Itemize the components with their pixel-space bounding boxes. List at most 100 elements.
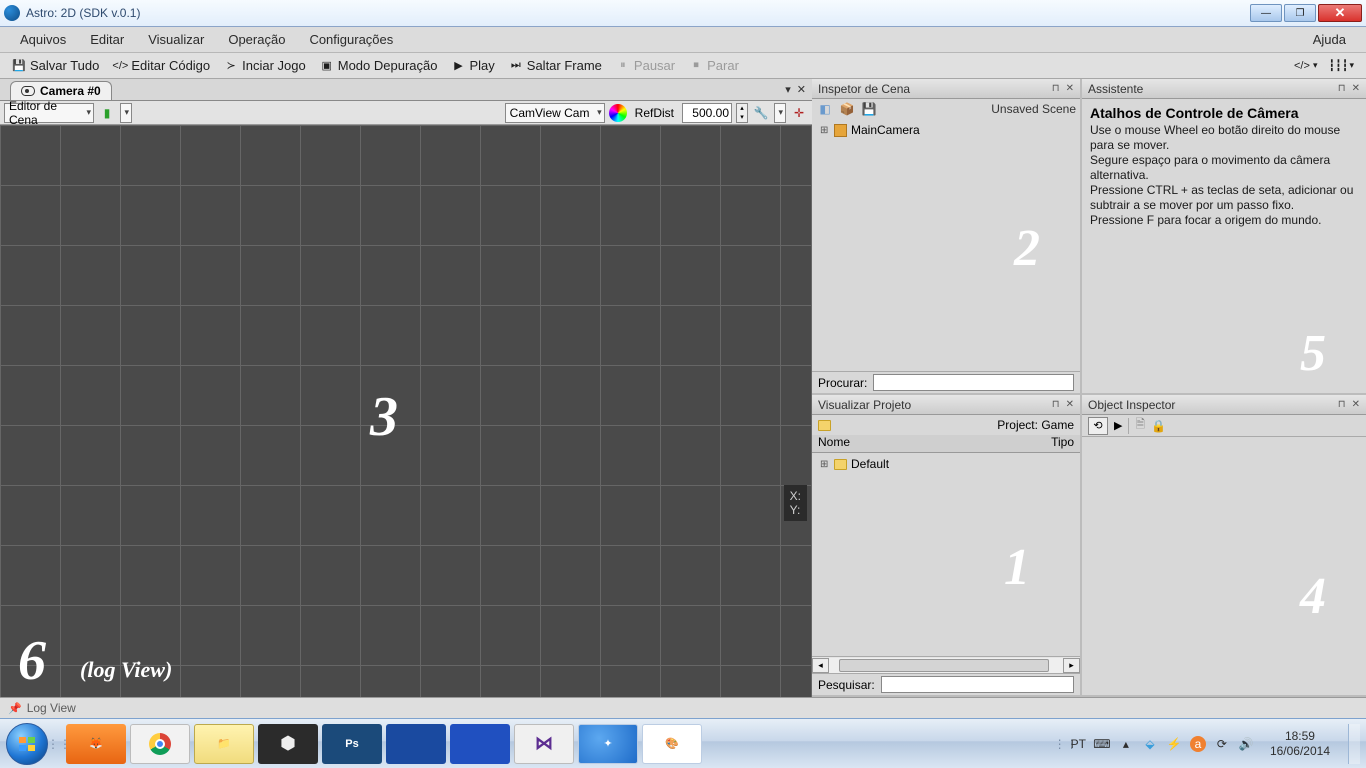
scroll-thumb[interactable] [839, 659, 1049, 672]
start-button[interactable] [6, 723, 48, 765]
flag-dropdown[interactable] [120, 103, 132, 123]
minimize-button[interactable]: — [1250, 4, 1282, 22]
pin-icon[interactable]: ⊓ [1052, 399, 1060, 410]
keyboard-icon[interactable]: ⌨ [1094, 736, 1110, 752]
close-icon[interactable]: ✕ [1066, 399, 1074, 410]
lang-indicator[interactable]: PT [1071, 737, 1086, 751]
scene-icon-2[interactable]: 📦 [838, 100, 856, 118]
col-nome[interactable]: Nome [818, 435, 1051, 452]
close-button[interactable]: ✕ [1318, 4, 1362, 22]
salvar-tudo-button[interactable]: 💾Salvar Tudo [6, 56, 105, 75]
taskbar-chrome[interactable] [130, 724, 190, 764]
scene-inspector-header[interactable]: Inspetor de Cena ⊓ ✕ [812, 79, 1080, 99]
taskbar-astro[interactable]: ✦ [578, 724, 638, 764]
editor-mode-dropdown[interactable]: Editor de Cena [4, 103, 94, 123]
object-inspector-header[interactable]: Object Inspector ⊓ ✕ [1082, 395, 1366, 415]
project-tree[interactable]: ⊞ Default 1 [812, 453, 1080, 656]
viewport-canvas[interactable]: 3 6 (log View) X: Y: [0, 125, 812, 697]
project-hscrollbar[interactable]: ◂ ▸ [812, 656, 1080, 673]
assistant-header[interactable]: Assistente ⊓ ✕ [1082, 79, 1366, 99]
taskbar-explorer[interactable]: 📁 [194, 724, 254, 764]
expand-icon[interactable]: ⊞ [820, 125, 830, 136]
avast-icon[interactable]: a [1190, 736, 1206, 752]
taskbar-photoshop[interactable]: Ps [322, 724, 382, 764]
sync-icon[interactable]: ⟳ [1214, 736, 1230, 752]
tab-dropdown-icon[interactable]: ▾ [785, 83, 791, 96]
camera-tab[interactable]: Camera #0 [10, 81, 112, 100]
tray-chevron-icon[interactable]: ▴ [1118, 736, 1134, 752]
folder-icon [834, 459, 847, 470]
menu-aquivos[interactable]: Aquivos [8, 28, 78, 51]
tray-grip-icon[interactable]: ⋮⋮ [1061, 728, 1071, 760]
menu-operacao[interactable]: Operação [216, 28, 297, 51]
folder-open-icon[interactable] [818, 420, 831, 431]
saltar-frame-button[interactable]: ⏭Saltar Frame [503, 56, 608, 75]
tab-close-icon[interactable]: ✕ [797, 83, 806, 96]
maximize-button[interactable]: ❐ [1284, 4, 1316, 22]
code-panel-button[interactable]: </>▾ [1289, 57, 1324, 75]
tool-dropdown[interactable] [774, 103, 786, 123]
run-icon: ≻ [224, 59, 238, 73]
sliders-button[interactable]: ┇┇┇▾ [1325, 57, 1360, 75]
parar-label: Parar [707, 58, 739, 73]
taskbar-pes2[interactable] [450, 724, 510, 764]
menu-visualizar[interactable]: Visualizar [136, 28, 216, 51]
close-icon[interactable]: ✕ [1066, 83, 1074, 94]
menu-configuracoes[interactable]: Configurações [297, 28, 405, 51]
play-small-icon[interactable]: ▶ [1114, 419, 1122, 432]
scene-icon-1[interactable]: ◧ [816, 100, 834, 118]
scene-tree[interactable]: ⊞ MainCamera 2 [812, 119, 1080, 371]
logview-bar[interactable]: 📌 Log View [0, 697, 1366, 718]
tree-row-maincamera[interactable]: ⊞ MainCamera [814, 121, 1078, 139]
taskbar-grip-icon[interactable]: ⋮⋮ [54, 728, 64, 760]
editar-codigo-button[interactable]: </>Editar Código [107, 56, 216, 75]
menu-ajuda[interactable]: Ajuda [1301, 28, 1358, 51]
thunder-icon[interactable]: ⚡ [1166, 736, 1182, 752]
play-button[interactable]: ▶Play [445, 56, 500, 75]
menu-editar[interactable]: Editar [78, 28, 136, 51]
coord-y: Y: [790, 503, 801, 517]
scroll-track[interactable] [829, 658, 1063, 673]
overlay-marker-6: 6 [18, 629, 46, 693]
refdist-stepper[interactable]: ▴▾ [736, 103, 748, 123]
scene-search-input[interactable] [873, 374, 1074, 391]
clock[interactable]: 18:59 16/06/2014 [1270, 729, 1334, 759]
pin-icon[interactable]: ⊓ [1338, 399, 1346, 410]
pin-icon[interactable]: ⊓ [1052, 83, 1060, 94]
lock-icon[interactable]: 🔒 [1151, 419, 1166, 433]
tree-row-default[interactable]: ⊞ Default [814, 455, 1078, 473]
color-wheel-icon[interactable] [609, 104, 627, 122]
scroll-left-icon[interactable]: ◂ [812, 658, 829, 673]
camview-dropdown[interactable]: CamView Cam [505, 103, 605, 123]
taskbar-firefox[interactable]: 🦊 [66, 724, 126, 764]
close-icon[interactable]: ✕ [1352, 83, 1360, 94]
scroll-right-icon[interactable]: ▸ [1063, 658, 1080, 673]
green-flag-icon[interactable]: ▮ [98, 104, 116, 122]
project-view-header[interactable]: Visualizar Projeto ⊓ ✕ [812, 395, 1080, 415]
iniciar-jogo-button[interactable]: ≻Inciar Jogo [218, 56, 312, 75]
axes-icon[interactable]: ✛ [790, 104, 808, 122]
clock-time: 18:59 [1270, 729, 1330, 744]
project-search-input[interactable] [881, 676, 1074, 693]
refresh-button[interactable]: ⟲ [1088, 417, 1108, 435]
taskbar-visualstudio[interactable]: ⋈ [514, 724, 574, 764]
col-tipo[interactable]: Tipo [1051, 435, 1074, 452]
taskbar-paint[interactable]: 🎨 [642, 724, 702, 764]
taskbar-unity[interactable]: ⬢ [258, 724, 318, 764]
dropbox-icon[interactable]: ⬙ [1142, 736, 1158, 752]
clock-date: 16/06/2014 [1270, 744, 1330, 759]
pin-icon[interactable]: ⊓ [1338, 83, 1346, 94]
close-icon[interactable]: ✕ [1352, 399, 1360, 410]
modo-depuracao-button[interactable]: ▣Modo Depuração [314, 56, 444, 75]
refdist-input[interactable] [682, 103, 732, 123]
expand-icon[interactable]: ⊞ [820, 459, 830, 470]
pausar-button[interactable]: ⏸Pausar [610, 56, 681, 75]
parar-button[interactable]: ⏹Parar [683, 56, 745, 75]
volume-icon[interactable]: 🔊 [1238, 736, 1254, 752]
show-desktop-button[interactable] [1348, 724, 1360, 764]
hammer-icon[interactable]: 🔧 [752, 104, 770, 122]
camview-label: CamView Cam [510, 106, 590, 120]
file-icon[interactable]: 🗎 [1135, 415, 1145, 436]
taskbar-pes[interactable] [386, 724, 446, 764]
save-icon[interactable]: 💾 [860, 100, 878, 118]
